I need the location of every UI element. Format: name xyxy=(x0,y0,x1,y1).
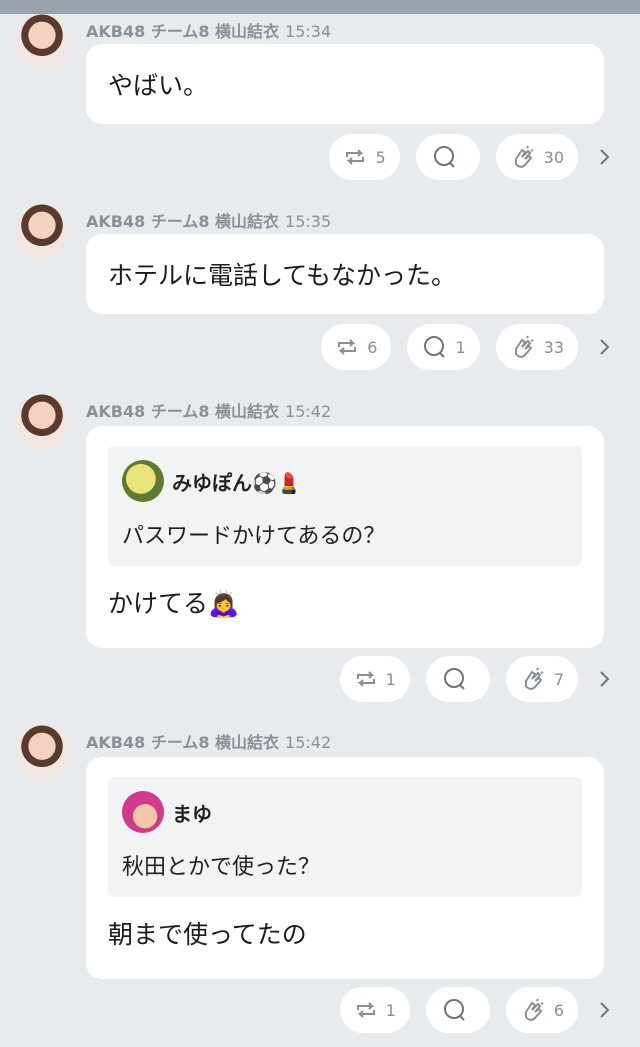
repost-button[interactable]: 1 xyxy=(339,987,410,1033)
clap-button[interactable]: 33 xyxy=(495,324,578,370)
clap-icon xyxy=(520,998,546,1022)
avatar[interactable] xyxy=(14,14,70,70)
message-text: やばい。 xyxy=(108,71,209,100)
repost-count: 1 xyxy=(385,669,396,689)
repost-button[interactable]: 6 xyxy=(321,324,392,370)
post-meta: AKB48 チーム8 横山結衣 15:34 xyxy=(86,18,331,42)
clap-icon xyxy=(510,145,536,169)
post-actions: 5 30 xyxy=(329,134,616,180)
clap-icon xyxy=(520,667,546,691)
author-name: AKB48 チーム8 横山結衣 xyxy=(86,212,280,231)
post-meta: AKB48 チーム8 横山結衣 15:42 xyxy=(86,729,331,753)
post-actions: 1 7 xyxy=(339,656,616,702)
avatar[interactable] xyxy=(14,204,70,260)
chevron-right-icon[interactable] xyxy=(594,146,616,168)
comment-button[interactable]: 1 xyxy=(407,324,480,370)
repost-icon xyxy=(343,146,367,168)
repost-count: 6 xyxy=(367,337,378,357)
quoted-user-avatar xyxy=(122,460,164,502)
repost-button[interactable]: 1 xyxy=(339,656,410,702)
clap-button[interactable]: 30 xyxy=(495,134,578,180)
message-text: ホテルに電話してもなかった。 xyxy=(108,261,457,290)
chevron-right-icon[interactable] xyxy=(594,336,616,358)
post-time: 15:34 xyxy=(285,22,332,41)
message-text: かけてる🙇‍♀️ xyxy=(108,589,240,618)
comment-button[interactable] xyxy=(425,656,490,702)
chevron-right-icon[interactable] xyxy=(594,999,616,1021)
comment-icon xyxy=(441,667,467,691)
clap-count: 33 xyxy=(543,337,564,357)
author-name: AKB48 チーム8 横山結衣 xyxy=(86,402,280,421)
clap-count: 6 xyxy=(553,1000,564,1020)
quoted-message[interactable]: まゆ 秋田とかで使った？ xyxy=(108,777,582,897)
post-time: 15:42 xyxy=(285,402,332,421)
post-actions: 6 1 33 xyxy=(321,324,616,370)
repost-icon xyxy=(354,668,378,690)
comment-count: 1 xyxy=(455,337,466,357)
message-bubble[interactable]: やばい。 xyxy=(86,44,604,124)
post-time: 15:42 xyxy=(285,733,332,752)
post-meta: AKB48 チーム8 横山結衣 15:35 xyxy=(86,208,331,232)
comment-icon xyxy=(431,145,457,169)
message-bubble[interactable]: みゆぽん⚽💄 パスワードかけてあるの？ かけてる🙇‍♀️ xyxy=(86,426,604,648)
repost-icon xyxy=(335,336,359,358)
clap-count: 7 xyxy=(553,669,564,689)
avatar[interactable] xyxy=(14,394,70,450)
quoted-user-name: まゆ xyxy=(172,801,212,826)
clap-icon xyxy=(510,335,536,359)
message-text: 朝まで使ってたの xyxy=(108,920,307,949)
top-status-bar xyxy=(0,0,640,14)
comment-button[interactable] xyxy=(415,134,480,180)
repost-count: 1 xyxy=(385,1000,396,1020)
quoted-message[interactable]: みゆぽん⚽💄 パスワードかけてあるの？ xyxy=(108,446,582,566)
quoted-user-avatar xyxy=(122,791,164,833)
quoted-text: パスワードかけてあるの？ xyxy=(122,524,386,549)
clap-count: 30 xyxy=(543,147,564,167)
comment-button[interactable] xyxy=(425,987,490,1033)
post-time: 15:35 xyxy=(285,212,332,231)
repost-icon xyxy=(354,999,378,1021)
repost-count: 5 xyxy=(375,147,386,167)
message-bubble[interactable]: ホテルに電話してもなかった。 xyxy=(86,234,604,314)
message-bubble[interactable]: まゆ 秋田とかで使った？ 朝まで使ってたの xyxy=(86,757,604,979)
author-name: AKB48 チーム8 横山結衣 xyxy=(86,733,280,752)
chevron-right-icon[interactable] xyxy=(594,668,616,690)
comment-icon xyxy=(421,335,447,359)
post-meta: AKB48 チーム8 横山結衣 15:42 xyxy=(86,398,331,422)
comment-icon xyxy=(441,998,467,1022)
repost-button[interactable]: 5 xyxy=(329,134,400,180)
post-actions: 1 6 xyxy=(339,987,616,1033)
clap-button[interactable]: 7 xyxy=(505,656,578,702)
quoted-user-name: みゆぽん⚽💄 xyxy=(172,470,302,495)
avatar[interactable] xyxy=(14,725,70,781)
author-name: AKB48 チーム8 横山結衣 xyxy=(86,22,280,41)
clap-button[interactable]: 6 xyxy=(505,987,578,1033)
quoted-text: 秋田とかで使った？ xyxy=(122,855,321,880)
